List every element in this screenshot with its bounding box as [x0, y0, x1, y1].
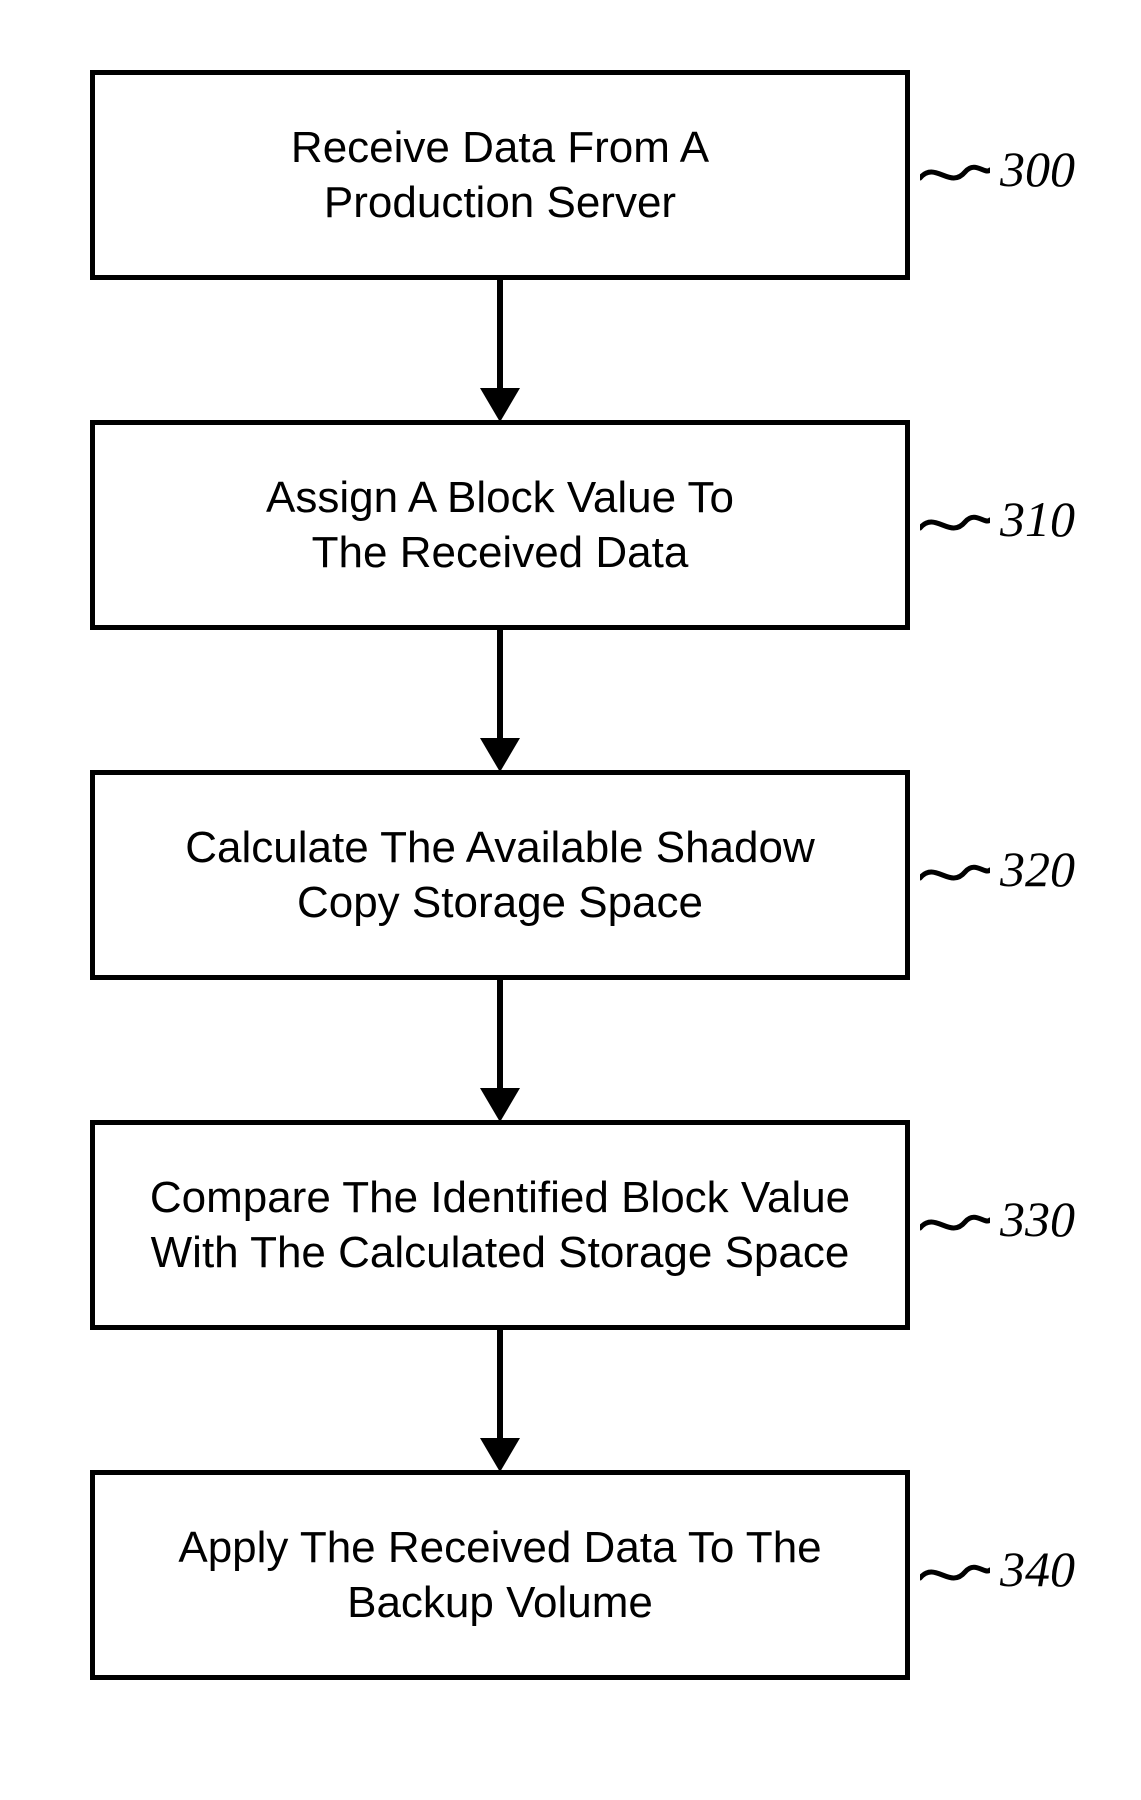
flow-step-line1: Apply The Received Data To The [178, 1523, 821, 1572]
ref-number-320: 320 [1000, 840, 1075, 898]
flow-step-line2: With The Calculated Storage Space [151, 1228, 850, 1277]
flow-step-line1: Compare The Identified Block Value [150, 1173, 850, 1222]
flow-step-line2: Backup Volume [347, 1578, 653, 1627]
arrow-head-icon [480, 1438, 520, 1472]
ref-number-310: 310 [1000, 490, 1075, 548]
lead-line-icon [920, 1560, 990, 1590]
flow-step-text: Compare The Identified Block Value With … [150, 1170, 850, 1280]
flow-step-320: Calculate The Available Shadow Copy Stor… [90, 770, 910, 980]
flow-arrow [90, 280, 910, 420]
flow-step-text: Apply The Received Data To The Backup Vo… [178, 1520, 821, 1630]
arrow-head-icon [480, 388, 520, 422]
lead-line-icon [920, 510, 990, 540]
flow-step-line2: The Received Data [312, 528, 689, 577]
lead-line-icon [920, 860, 990, 890]
lead-line-icon [920, 160, 990, 190]
arrow-head-icon [480, 738, 520, 772]
flow-step-line2: Copy Storage Space [297, 878, 703, 927]
flow-step-line1: Receive Data From A [291, 123, 709, 172]
arrow-line [497, 980, 503, 1090]
flow-step-310: Assign A Block Value To The Received Dat… [90, 420, 910, 630]
flow-step-line1: Assign A Block Value To [266, 473, 734, 522]
ref-number-300: 300 [1000, 140, 1075, 198]
flow-step-box: Assign A Block Value To The Received Dat… [90, 420, 910, 630]
flowchart: Receive Data From A Production Server As… [90, 70, 910, 1680]
arrow-line [497, 630, 503, 740]
flow-step-300: Receive Data From A Production Server [90, 70, 910, 280]
flow-step-line2: Production Server [324, 178, 676, 227]
arrow-head-icon [480, 1088, 520, 1122]
flow-arrow [90, 630, 910, 770]
ref-number-330: 330 [1000, 1190, 1075, 1248]
flow-step-340: Apply The Received Data To The Backup Vo… [90, 1470, 910, 1680]
arrow-line [497, 1330, 503, 1440]
flow-step-330: Compare The Identified Block Value With … [90, 1120, 910, 1330]
ref-number-340: 340 [1000, 1540, 1075, 1598]
flow-step-line1: Calculate The Available Shadow [185, 823, 814, 872]
flow-step-box: Apply The Received Data To The Backup Vo… [90, 1470, 910, 1680]
arrow-line [497, 280, 503, 390]
flow-arrow [90, 980, 910, 1120]
flow-step-text: Assign A Block Value To The Received Dat… [266, 470, 734, 580]
flow-step-box: Calculate The Available Shadow Copy Stor… [90, 770, 910, 980]
flow-step-box: Compare The Identified Block Value With … [90, 1120, 910, 1330]
lead-line-icon [920, 1210, 990, 1240]
flow-arrow [90, 1330, 910, 1470]
flow-step-box: Receive Data From A Production Server [90, 70, 910, 280]
flow-step-text: Receive Data From A Production Server [291, 120, 709, 230]
flow-step-text: Calculate The Available Shadow Copy Stor… [185, 820, 814, 930]
